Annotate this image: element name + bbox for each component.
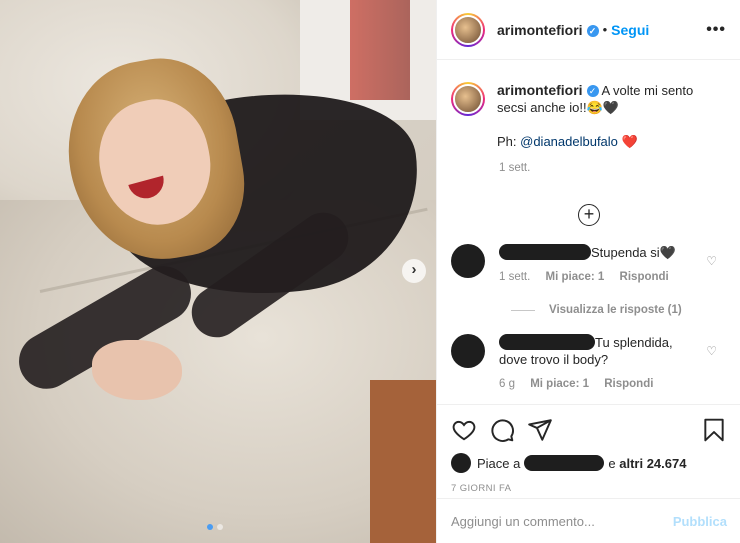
comments-list[interactable]: arimontefiori ✓ A volte mi sento secsi an… <box>437 60 740 404</box>
caption-credit-prefix: Ph: <box>497 134 521 149</box>
add-comment-bar: Pubblica <box>437 498 740 543</box>
verified-badge-icon: ✓ <box>586 85 599 97</box>
carousel-dot <box>217 524 223 530</box>
comment-text: Stupenda si🖤 <box>591 245 676 260</box>
caption-username[interactable]: arimontefiori <box>497 82 583 98</box>
comment-meta: 1 sett. Mi piace: 1 Rispondi <box>499 269 699 286</box>
carousel-dot-active <box>207 524 213 530</box>
photo-floor <box>370 380 436 543</box>
photo-subject-hand <box>92 340 182 400</box>
comment-item: Tu splendida, dove trovo il body? 6 g Mi… <box>451 334 727 393</box>
share-icon[interactable] <box>527 417 553 443</box>
comment-time: 6 g <box>499 378 515 390</box>
carousel-next-button[interactable]: › <box>402 259 426 283</box>
publish-button[interactable]: Pubblica <box>673 514 727 529</box>
post-date: 7 GIORNI FA <box>451 483 512 494</box>
redacted-liker-name <box>524 455 605 471</box>
likes-others-link[interactable]: altri 24.674 <box>619 456 686 471</box>
post-side-panel: arimontefiori ✓ • Segui ••• arimontefiori… <box>436 0 740 543</box>
comment-icon[interactable] <box>489 417 515 443</box>
comment-item: Stupenda si🖤 1 sett. Mi piace: 1 Rispond… <box>451 244 727 286</box>
caption-text: arimontefiori ✓ A volte mi sento secsi an… <box>497 82 707 150</box>
comment-input[interactable] <box>451 513 673 529</box>
reply-button[interactable]: Rispondi <box>620 271 669 283</box>
post-photo[interactable]: › <box>0 0 436 543</box>
redacted-username <box>499 244 591 260</box>
comment-likes[interactable]: Mi piace: 1 <box>546 271 605 283</box>
load-more-comments-icon[interactable]: + <box>578 204 600 226</box>
comment-avatar-redacted[interactable] <box>451 244 485 278</box>
red-heart-emoji: ❤️ <box>621 134 638 149</box>
post-caption: arimontefiori ✓ A volte mi sento secsi an… <box>451 82 727 150</box>
liker-avatar-redacted <box>451 453 471 473</box>
post-header: arimontefiori ✓ • Segui ••• <box>437 0 740 60</box>
likes-summary[interactable]: Piace a e altri 24.674 <box>451 453 727 473</box>
action-icons-row <box>451 417 727 443</box>
bookmark-icon[interactable] <box>701 417 727 443</box>
carousel-indicator <box>207 524 223 530</box>
heart-icon[interactable] <box>451 417 477 443</box>
heart-outline-icon[interactable]: ♡ <box>706 254 717 268</box>
header-separator: • <box>602 22 608 37</box>
heart-outline-icon[interactable]: ♡ <box>706 344 717 358</box>
caption-avatar[interactable] <box>451 82 485 116</box>
reply-button[interactable]: Rispondi <box>604 378 653 390</box>
view-replies-button[interactable]: Visualizza le risposte (1) <box>511 304 727 316</box>
comment-meta: 6 g Mi piace: 1 Rispondi <box>499 376 699 393</box>
author-username[interactable]: arimontefiori ✓ <box>497 22 599 38</box>
comment-avatar-redacted[interactable] <box>451 334 485 368</box>
redacted-username <box>499 334 595 350</box>
more-options-icon[interactable]: ••• <box>706 21 726 39</box>
follow-button[interactable]: Segui <box>611 22 649 38</box>
comment-likes[interactable]: Mi piace: 1 <box>530 378 589 390</box>
comment-time: 1 sett. <box>499 271 531 283</box>
verified-badge-icon: ✓ <box>586 24 599 37</box>
likes-connector: e <box>608 455 616 471</box>
view-replies-label: Visualizza le risposte (1) <box>549 304 682 316</box>
caption-time: 1 sett. <box>499 162 531 174</box>
photo-curtain <box>350 0 410 100</box>
caption-mention-link[interactable]: @dianadelbufalo <box>520 134 618 149</box>
post-actions: Piace a e altri 24.674 7 GIORNI FA <box>437 404 740 494</box>
likes-prefix: Piace a <box>477 455 521 471</box>
replies-line-divider <box>511 309 535 311</box>
author-avatar[interactable] <box>451 12 485 47</box>
